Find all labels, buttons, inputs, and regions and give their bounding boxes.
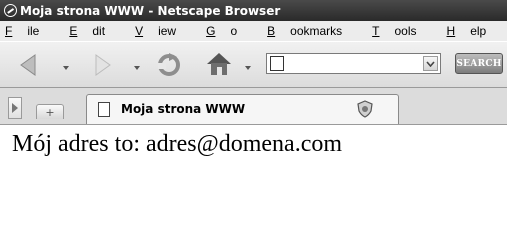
plus-icon: + — [45, 105, 55, 119]
url-bar[interactable] — [266, 53, 441, 74]
tab-scroll-icon[interactable] — [8, 97, 22, 119]
url-dropdown-button[interactable] — [423, 56, 438, 71]
search-button[interactable]: SEARCH — [455, 53, 503, 74]
new-tab-button[interactable]: + — [36, 104, 64, 119]
window-title: Moja strona WWW - Netscape Browser — [20, 3, 281, 18]
tab-title: Moja strona WWW — [121, 102, 246, 116]
menu-bar: File Edit View Go Bookmarks Tools Help — [0, 21, 507, 41]
page-content: Mój adres to: adres@domena.com — [0, 124, 507, 241]
home-dropdown-icon[interactable] — [245, 66, 251, 70]
back-icon[interactable] — [15, 52, 41, 78]
forward-icon[interactable] — [90, 52, 116, 78]
home-icon[interactable] — [204, 50, 234, 78]
menu-go[interactable]: Go — [206, 24, 252, 38]
menu-file[interactable]: File — [5, 24, 54, 38]
page-icon — [270, 56, 284, 71]
menu-view[interactable]: View — [135, 24, 191, 38]
netscape-icon — [4, 4, 17, 17]
title-bar: Moja strona WWW - Netscape Browser — [0, 0, 507, 21]
back-dropdown-icon[interactable] — [63, 66, 69, 70]
menu-tools[interactable]: Tools — [372, 24, 431, 38]
menu-help[interactable]: Help — [447, 24, 502, 38]
page-icon — [98, 102, 110, 117]
forward-dropdown-icon[interactable] — [134, 66, 140, 70]
navigation-toolbar: SEARCH — [0, 41, 507, 88]
menu-edit[interactable]: Edit — [69, 24, 120, 38]
menu-bookmarks[interactable]: Bookmarks — [267, 24, 357, 38]
url-input[interactable] — [289, 55, 413, 74]
reload-icon[interactable] — [155, 51, 183, 79]
address-text: Mój adres to: adres@domena.com — [12, 131, 343, 157]
tab-moja-strona[interactable]: Moja strona WWW — [86, 94, 399, 124]
security-shield-icon[interactable] — [356, 100, 374, 118]
chevron-down-icon — [426, 60, 435, 67]
tab-bar: + Moja strona WWW — [0, 88, 507, 124]
